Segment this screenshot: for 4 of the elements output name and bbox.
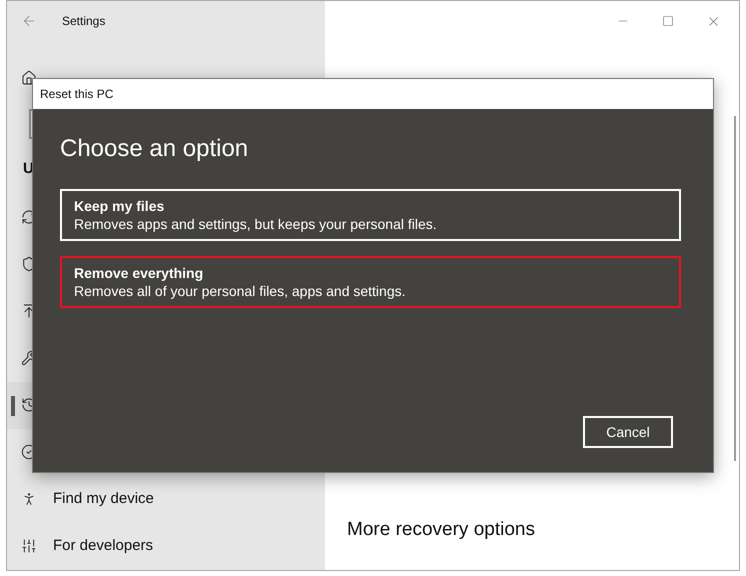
section-heading: More recovery options xyxy=(347,518,535,540)
dialog-heading: Choose an option xyxy=(60,134,248,164)
dialog-title: Reset this PC xyxy=(40,86,114,103)
window-title: Settings xyxy=(62,12,106,30)
